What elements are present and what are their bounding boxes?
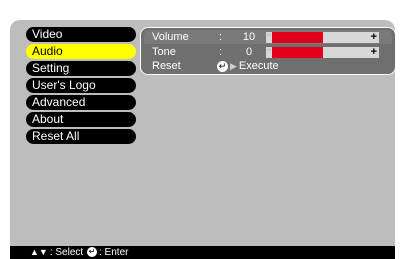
volume-colon: :	[219, 31, 223, 43]
menu-item-audio[interactable]: Audio	[26, 44, 136, 59]
volume-slider[interactable]: - +	[266, 29, 379, 43]
menu-item-advanced[interactable]: Advanced	[26, 95, 136, 110]
arrow-right-icon: ▶	[230, 61, 237, 71]
enter-icon: ↵	[217, 60, 228, 72]
help-select: ▲▼: Select	[30, 246, 83, 259]
reset-label: Reset	[152, 60, 181, 72]
help-bar: ▲▼: Select ↵: Enter	[10, 246, 395, 259]
tone-plus-icon: +	[370, 46, 377, 58]
tone-label: Tone	[152, 46, 176, 58]
volume-plus-icon: +	[370, 31, 377, 43]
enter-icon: ↵	[87, 247, 97, 258]
projector-menu-screen: Video Audio Setting User's Logo Advanced…	[10, 20, 395, 259]
tone-value: 0	[245, 46, 253, 58]
help-enter: ↵: Enter	[87, 246, 128, 259]
menu-item-video[interactable]: Video	[26, 27, 136, 42]
menu-item-reset-all[interactable]: Reset All	[26, 129, 136, 144]
main-menu: Video Audio Setting User's Logo Advanced…	[26, 27, 136, 146]
menu-item-users-logo[interactable]: User's Logo	[26, 78, 136, 93]
audio-settings-panel: Volume : 10 - + Tone : 0 - + Reset ↵ ▶ Exe…	[140, 27, 395, 75]
tone-slider-fill	[272, 47, 323, 58]
menu-item-setting[interactable]: Setting	[26, 61, 136, 76]
volume-slider-fill	[272, 32, 323, 43]
help-enter-label: : Enter	[99, 247, 129, 258]
reset-row[interactable]: Reset ↵ ▶ Execute	[144, 59, 392, 73]
menu-item-about[interactable]: About	[26, 112, 136, 127]
up-down-arrows-icon: ▲▼	[30, 247, 48, 257]
volume-value: 10	[242, 31, 256, 43]
tone-minus-icon: -	[267, 44, 271, 56]
tone-slider[interactable]: - +	[266, 44, 379, 58]
execute-label: Execute	[238, 60, 279, 72]
volume-label: Volume	[152, 31, 189, 43]
help-select-label: : Select	[49, 247, 84, 258]
volume-minus-icon: -	[267, 29, 271, 41]
reset-execute-action[interactable]: ↵ ▶ Execute	[217, 59, 279, 73]
tone-colon: :	[219, 46, 223, 58]
tone-row[interactable]: Tone : 0 - +	[144, 45, 392, 59]
volume-row[interactable]: Volume : 10 - +	[144, 30, 392, 44]
